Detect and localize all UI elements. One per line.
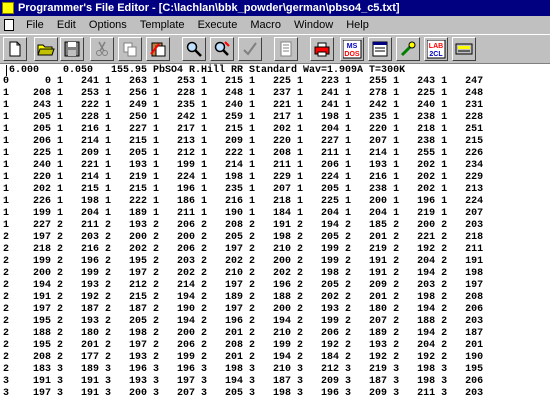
window-icon [372,41,388,57]
paste-icon [150,42,166,57]
lab-2cl-icon: LAB 2CL [427,40,446,59]
data-line: 2 197 2 187 2 187 2 190 2 197 2 200 2 19… [3,304,484,315]
data-line: 2 195 2 201 2 197 2 206 2 208 2 199 2 19… [3,340,484,351]
app-window: Programmer's File Editor - [C:\lachlan\b… [0,0,550,407]
data-line: 2 195 2 193 2 205 2 194 2 196 2 194 2 19… [3,316,484,327]
tool-wrench-icon [400,41,416,57]
app-icon[interactable] [2,2,14,14]
data-line: 2 218 2 216 2 202 2 206 2 197 2 210 2 19… [3,244,484,255]
menu-template[interactable]: Template [135,16,190,34]
execute-icon [455,43,473,55]
page-icon [280,41,292,57]
data-line: 2 208 2 177 2 193 2 199 2 201 2 194 2 18… [3,352,484,363]
new-file-icon [9,41,21,57]
cl-label: 2CL [429,51,443,58]
menu-options[interactable]: Options [84,16,132,34]
document-icon[interactable] [4,19,14,31]
find-button[interactable] [182,37,206,61]
copy-button[interactable] [118,37,142,61]
text-editor[interactable]: 6.000 0.050 155.95 PbSO4 R.Hill RR Stand… [0,64,550,407]
page-button[interactable] [274,37,298,61]
data-line: 1 225 1 209 1 205 1 212 1 222 1 208 1 21… [3,148,484,159]
ms-dos-button[interactable]: MS DOS [340,37,364,61]
data-line: 1 206 1 214 1 215 1 213 1 209 1 220 1 22… [3,136,484,147]
check-icon [243,42,257,56]
data-line: 1 220 1 214 1 219 1 224 1 198 1 229 1 22… [3,172,484,183]
title-bar[interactable]: Programmer's File Editor - [C:\lachlan\b… [0,0,550,16]
menu-macro[interactable]: Macro [245,16,286,34]
menu-bar: File Edit Options Template Execute Macro… [0,16,550,34]
data-line: 1 199 1 204 1 189 1 211 1 190 1 184 1 20… [3,208,484,219]
find-again-button[interactable] [210,37,234,61]
save-button[interactable] [60,37,84,61]
menu-file[interactable]: File [21,16,49,34]
copy-icon [123,42,137,57]
print-button[interactable] [310,37,334,61]
cut-scissors-icon [96,41,108,56]
data-line: 1 243 1 222 1 249 1 235 1 240 1 221 1 24… [3,100,484,111]
data-line: 1 226 1 198 1 222 1 186 1 216 1 218 1 22… [3,196,484,207]
menu-execute[interactable]: Execute [193,16,243,34]
data-line: 2 191 2 192 2 215 2 194 2 189 2 188 2 20… [3,292,484,303]
print-icon [314,42,330,57]
data-line: 1 208 1 253 1 256 1 228 1 248 1 237 1 24… [3,88,484,99]
ms-label: MS [347,43,358,50]
menu-edit[interactable]: Edit [52,16,81,34]
data-line: 1 202 1 215 1 215 1 196 1 235 1 207 1 20… [3,184,484,195]
save-disk-icon [64,41,80,57]
new-file-button[interactable] [3,37,27,61]
data-line: 2 188 2 180 2 198 2 200 2 201 2 210 2 20… [3,328,484,339]
data-line: 0 0 1 241 1 263 1 253 1 215 1 225 1 223 … [3,76,484,87]
data-line: 2 194 2 193 2 212 2 214 2 197 2 196 2 20… [3,280,484,291]
lab-2cl-button[interactable]: LAB 2CL [424,37,448,61]
data-line: 1 227 2 211 2 193 2 206 2 208 2 191 2 19… [3,220,484,231]
check-button[interactable] [238,37,262,61]
paste-button[interactable] [146,37,170,61]
data-line: 1 205 1 216 1 227 1 217 1 215 1 202 1 20… [3,124,484,135]
window-button[interactable] [368,37,392,61]
open-button[interactable] [34,37,58,61]
cut-button[interactable] [90,37,114,61]
toolbar: MS DOS LAB 2CL [0,34,550,64]
data-line: 2 197 2 203 2 200 2 200 2 205 2 198 2 20… [3,232,484,243]
window-title: Programmer's File Editor - [C:\lachlan\b… [18,2,400,14]
find-magnifier-icon [186,41,202,57]
menu-window[interactable]: Window [289,16,338,34]
data-line: 2 199 2 196 2 195 2 203 2 202 2 200 2 19… [3,256,484,267]
data-line: 3 197 3 191 3 200 3 207 3 205 3 198 3 19… [3,388,484,399]
lab-label: LAB [429,43,443,50]
dos-label: DOS [344,51,360,58]
data-line: 1 240 1 221 1 193 1 199 1 214 1 211 1 20… [3,160,484,171]
data-line: 1 205 1 228 1 250 1 242 1 259 1 217 1 19… [3,112,484,123]
menu-help[interactable]: Help [341,16,374,34]
find-again-icon [214,41,230,56]
data-line: 2 200 2 199 2 197 2 202 2 210 2 202 2 19… [3,268,484,279]
ms-dos-icon: MS DOS [343,40,362,59]
execute-button[interactable] [452,37,476,61]
tool-button[interactable] [396,37,420,61]
open-folder-icon [37,44,55,56]
data-line: 3 191 3 191 3 193 3 197 3 194 3 187 3 20… [3,376,484,387]
data-line: 2 183 3 189 3 196 3 196 3 198 3 210 3 21… [3,364,484,375]
header-line: 6.000 0.050 155.95 PbSO4 R.Hill RR Stand… [3,65,406,76]
